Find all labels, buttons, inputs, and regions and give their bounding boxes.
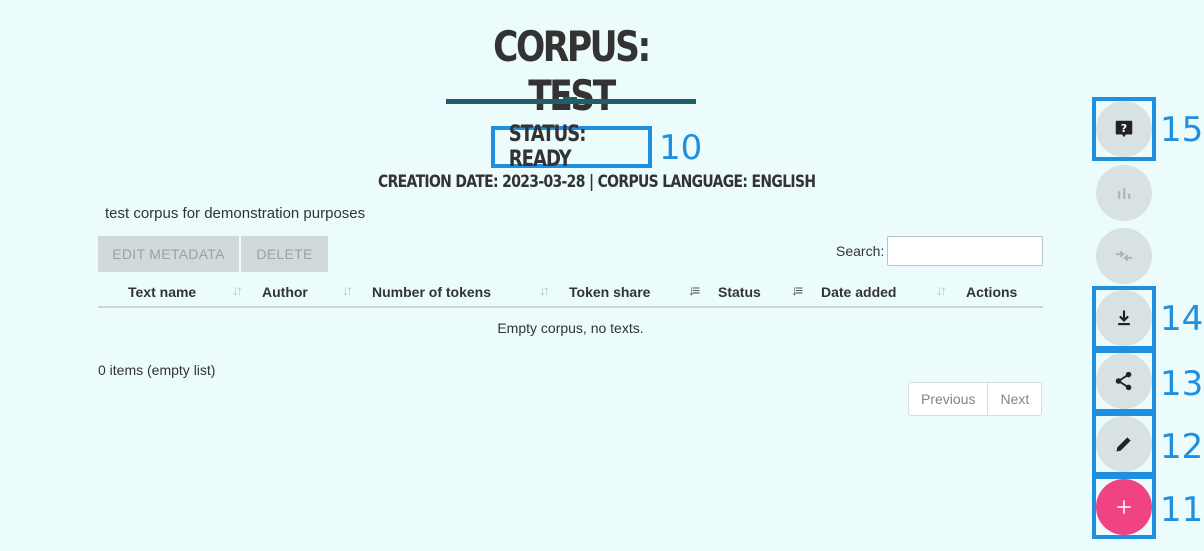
annotation-box-download [1092,286,1156,350]
annotation-box-share [1092,349,1156,413]
chart-icon [1118,188,1131,199]
annotation-label-help: 15 [1160,110,1204,150]
compare-icon [1115,250,1133,262]
corpus-meta: CREATION DATE: 2023-03-28 | CORPUS LANGU… [330,172,816,192]
sort-icon[interactable]: ↓↑ [342,282,353,298]
sort-icon[interactable]: ↓↑ [539,282,550,298]
column-header-actions: Actions [966,284,1018,300]
page-title: CORPUS: TEST [493,22,651,120]
annotation-box-help [1092,97,1156,161]
pagination: Previous Next [908,382,1043,416]
corpus-meta-text: CREATION DATE: 2023-03-28 | CORPUS LANGU… [378,172,816,192]
column-header-number-of-tokens[interactable]: Number of tokens [372,284,491,300]
column-header-date-added[interactable]: Date added [821,284,896,300]
annotation-label-edit: 12 [1160,427,1204,467]
previous-page-button[interactable]: Previous [909,383,987,415]
status-text: STATUS: READY [508,122,587,172]
search-input[interactable] [887,236,1043,266]
compare-button[interactable] [1096,228,1152,284]
status-badge: STATUS: READY [491,122,652,172]
annotation-box-add [1092,475,1156,539]
column-header-text-name[interactable]: Text name [128,284,196,300]
next-page-button[interactable]: Next [987,383,1041,415]
annotation-label-download: 14 [1160,299,1204,339]
table-header: Text name ↓↑ Author ↓↑ Number of tokens … [98,278,1043,308]
statistics-button[interactable] [1096,165,1152,221]
sort-descending-icon[interactable]: ↓≡ [791,282,803,298]
column-header-author[interactable]: Author [262,284,308,300]
sort-ascending-icon[interactable]: ↓≡ [688,282,700,298]
sort-icon[interactable]: ↓↑ [232,282,243,298]
edit-metadata-button[interactable]: EDIT METADATA [98,236,239,272]
delete-button[interactable]: DELETE [241,236,328,272]
annotation-box-edit [1092,412,1156,476]
empty-table-message: Empty corpus, no texts. [497,320,644,336]
annotation-label-status: 10 [659,128,703,168]
sort-icon[interactable]: ↓↑ [936,282,947,298]
items-info: 0 items (empty list) [98,362,216,378]
title-underline-accent [563,97,577,104]
column-header-token-share[interactable]: Token share [569,284,650,300]
column-header-status[interactable]: Status [718,284,761,300]
annotation-label-share: 13 [1160,364,1204,404]
search-label: Search: [836,243,885,259]
annotation-label-add: 11 [1160,490,1204,530]
corpus-description: test corpus for demonstration purposes [105,205,366,222]
